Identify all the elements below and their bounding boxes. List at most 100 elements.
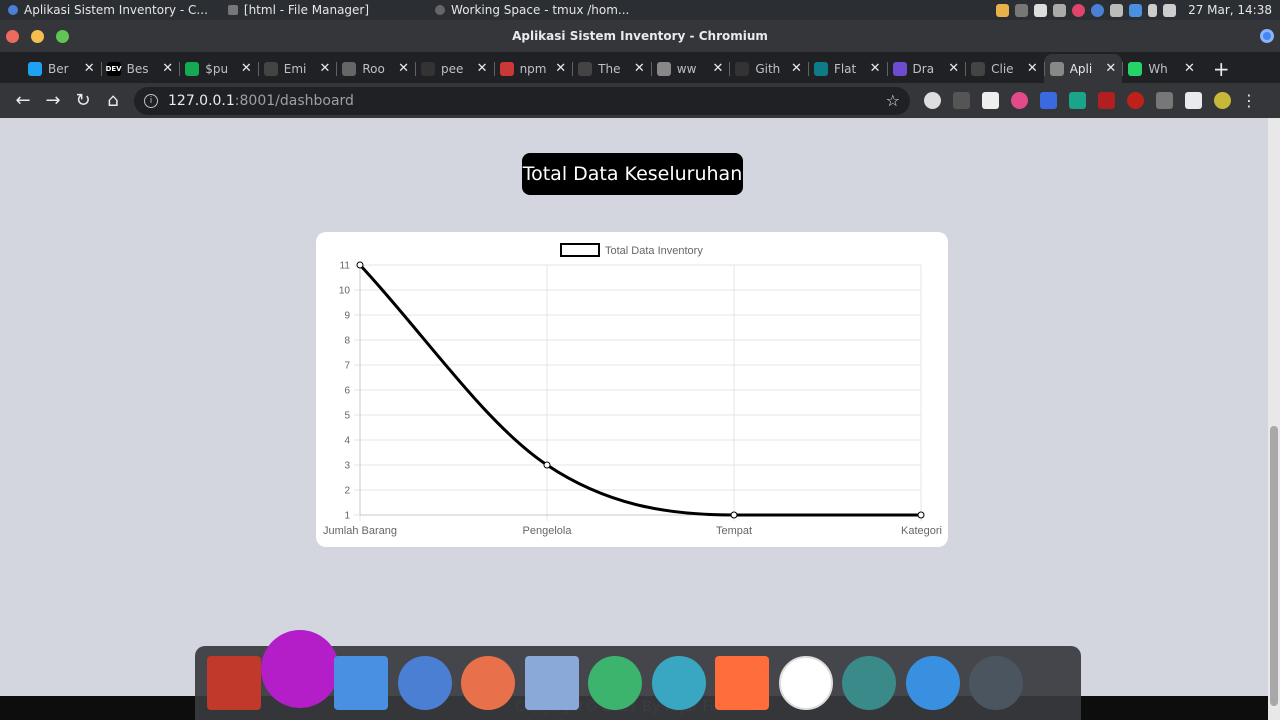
filezilla-icon[interactable] bbox=[207, 656, 261, 710]
taskbar-item-chromium[interactable]: Aplikasi Sistem Inventory - C... bbox=[0, 3, 216, 17]
tab[interactable]: Wh ✕ bbox=[1122, 54, 1201, 83]
terminal-icon[interactable] bbox=[969, 656, 1023, 710]
firefox-tray-icon[interactable] bbox=[1072, 3, 1086, 17]
close-tab-icon[interactable]: ✕ bbox=[84, 61, 95, 76]
volume-icon[interactable] bbox=[1163, 3, 1177, 17]
safari-icon bbox=[971, 61, 986, 76]
x-tick-label: Tempat bbox=[716, 525, 752, 537]
avatar[interactable] bbox=[1214, 92, 1231, 109]
bookmark-star-icon[interactable]: ☆ bbox=[886, 91, 900, 110]
close-tab-icon[interactable]: ✕ bbox=[477, 61, 488, 76]
close-tab-icon[interactable]: ✕ bbox=[555, 61, 566, 76]
postman-icon[interactable] bbox=[778, 656, 833, 710]
close-tab-icon[interactable]: ✕ bbox=[634, 61, 645, 76]
close-tab-icon[interactable]: ✕ bbox=[1105, 61, 1116, 76]
extension-icon[interactable] bbox=[924, 92, 941, 109]
address-bar[interactable]: i 127.0.0.1:8001/dashboard ☆ bbox=[134, 86, 910, 115]
tab-label: Clie bbox=[991, 61, 1014, 76]
atom-icon[interactable] bbox=[842, 656, 896, 710]
extension-icon[interactable] bbox=[1011, 92, 1028, 109]
globe-icon bbox=[342, 61, 357, 76]
browser-toolbar: ← → ↻ ⌂ i 127.0.0.1:8001/dashboard ☆ ⋮ bbox=[0, 83, 1280, 118]
tab[interactable]: ww ✕ bbox=[650, 54, 730, 83]
wifi-icon[interactable] bbox=[1110, 3, 1124, 17]
close-tab-icon[interactable]: ✕ bbox=[1027, 61, 1038, 76]
scrollbar[interactable] bbox=[1268, 118, 1280, 720]
gitkraken-icon[interactable] bbox=[461, 656, 515, 710]
ublock-icon[interactable] bbox=[1127, 92, 1144, 109]
taskbar-item-file-manager[interactable]: [html - File Manager] bbox=[220, 3, 377, 17]
tab[interactable]: Ber ✕ bbox=[22, 54, 101, 83]
notifications-muted-icon[interactable] bbox=[1015, 3, 1029, 17]
extension-icon[interactable] bbox=[1098, 92, 1115, 109]
tab[interactable]: npm ✕ bbox=[493, 54, 573, 83]
chromium-tray-icon[interactable] bbox=[1091, 3, 1105, 17]
firefox-icon[interactable] bbox=[260, 630, 339, 708]
tab[interactable]: $pu ✕ bbox=[179, 54, 258, 83]
notes-tray-icon[interactable] bbox=[996, 3, 1010, 17]
tab[interactable]: Clie ✕ bbox=[965, 54, 1044, 83]
reload-button[interactable]: ↻ bbox=[68, 86, 98, 116]
close-tab-icon[interactable]: ✕ bbox=[398, 61, 409, 76]
y-tick-label: 4 bbox=[344, 436, 350, 447]
battery-icon[interactable] bbox=[1148, 3, 1158, 17]
minimize-window-button[interactable] bbox=[31, 30, 44, 43]
notes-icon[interactable] bbox=[588, 656, 642, 710]
tab[interactable]: Gith ✕ bbox=[729, 54, 808, 83]
tab[interactable]: DEV Bes ✕ bbox=[100, 54, 180, 83]
close-tab-icon[interactable]: ✕ bbox=[791, 61, 802, 76]
tab[interactable]: The ✕ bbox=[572, 54, 651, 83]
extension-icon[interactable] bbox=[953, 92, 970, 109]
sublime-icon[interactable] bbox=[715, 656, 769, 710]
site-info-icon[interactable]: i bbox=[144, 93, 158, 108]
wireshark-icon[interactable] bbox=[651, 656, 706, 710]
close-tab-icon[interactable]: ✕ bbox=[162, 61, 173, 76]
extension-icon[interactable] bbox=[1040, 92, 1057, 109]
tab-strip: Ber ✕ DEV Bes ✕ $pu ✕ Emi ✕ Roo ✕ pee ✕ npm ✕ The ✕ ww ✕ Gi… bbox=[0, 52, 1280, 83]
clock[interactable]: 27 Mar, 14:38 bbox=[1188, 3, 1272, 17]
puzzle-icon[interactable] bbox=[1185, 92, 1202, 109]
close-tab-icon[interactable]: ✕ bbox=[319, 61, 330, 76]
menu-kebab-icon[interactable]: ⋮ bbox=[1241, 91, 1257, 110]
tab[interactable]: Roo ✕ bbox=[336, 54, 415, 83]
files-icon[interactable] bbox=[334, 656, 388, 710]
close-tab-icon[interactable]: ✕ bbox=[948, 61, 959, 76]
x-tick-label: Jumlah Barang bbox=[323, 525, 397, 537]
close-tab-icon[interactable]: ✕ bbox=[870, 61, 881, 76]
chromium-icon[interactable] bbox=[397, 656, 452, 710]
tab[interactable]: Flat ✕ bbox=[807, 54, 887, 83]
safari-icon bbox=[578, 61, 593, 76]
close-tab-icon[interactable]: ✕ bbox=[1184, 61, 1195, 76]
tab[interactable]: Emi ✕ bbox=[257, 54, 337, 83]
tab[interactable]: Apli ✕ bbox=[1043, 54, 1123, 83]
close-tab-icon[interactable]: ✕ bbox=[241, 61, 252, 76]
chromium-icon bbox=[8, 5, 18, 15]
taskbar-label: Working Space - tmux /hom... bbox=[451, 3, 630, 17]
maximize-window-button[interactable] bbox=[56, 30, 69, 43]
y-tick-label: 1 bbox=[344, 511, 350, 522]
tab[interactable]: Dra ✕ bbox=[886, 54, 966, 83]
close-window-button[interactable] bbox=[6, 30, 19, 43]
window-title: Aplikasi Sistem Inventory - Chromium bbox=[512, 29, 768, 43]
scrollbar-thumb[interactable] bbox=[1270, 426, 1278, 706]
back-button[interactable]: ← bbox=[8, 86, 38, 116]
taskbar-item-terminal[interactable]: Working Space - tmux /hom... bbox=[427, 3, 637, 17]
tab[interactable]: pee ✕ bbox=[414, 54, 494, 83]
new-tab-button[interactable]: + bbox=[1201, 54, 1242, 83]
discord-icon[interactable] bbox=[524, 656, 579, 710]
clipboard-icon[interactable] bbox=[1053, 3, 1067, 17]
forward-button[interactable]: → bbox=[38, 86, 68, 116]
tab-label: Apli bbox=[1069, 61, 1093, 76]
mail-icon[interactable] bbox=[1034, 3, 1048, 17]
bluetooth-icon[interactable] bbox=[1129, 3, 1143, 17]
safari-icon bbox=[263, 61, 278, 76]
screenshot-icon[interactable] bbox=[905, 656, 960, 710]
taskbar-label: [html - File Manager] bbox=[243, 3, 370, 17]
page-title: Total Data Keseluruhan bbox=[522, 153, 743, 195]
extension-icon[interactable] bbox=[982, 92, 999, 109]
close-tab-icon[interactable]: ✕ bbox=[712, 61, 723, 76]
legend-swatch bbox=[560, 243, 600, 257]
extension-icon[interactable] bbox=[1156, 92, 1173, 109]
extension-icon[interactable] bbox=[1069, 92, 1086, 109]
home-button[interactable]: ⌂ bbox=[98, 86, 128, 116]
